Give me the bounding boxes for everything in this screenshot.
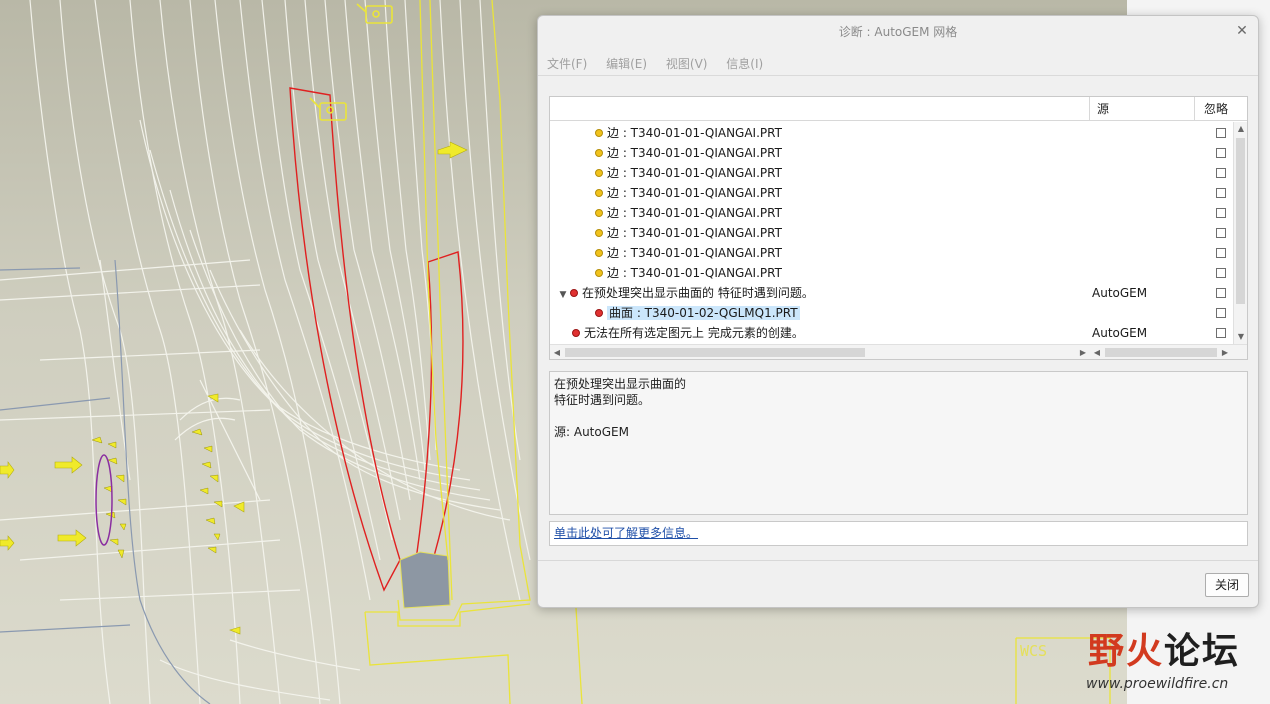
details-line: 特征时遇到问题。 [554, 393, 651, 407]
details-source: 源: AutoGEM [554, 425, 629, 439]
row-text: 在预处理突出显示曲面的 特征时遇到问题。 [582, 286, 814, 300]
menu-info[interactable]: 信息(I) [726, 52, 763, 76]
ignore-checkbox[interactable] [1216, 148, 1226, 158]
warning-dot-icon [595, 128, 603, 137]
watermark-logo: 野火论坛 www.proewildfire.cn [1084, 618, 1264, 702]
details-panel: 在预处理突出显示曲面的 特征时遇到问题。 源: AutoGEM [549, 371, 1248, 515]
row-source [1092, 123, 1192, 143]
tree-row[interactable]: 边 : T340-01-01-QIANGAI.PRT [550, 243, 1233, 263]
warning-dot-icon [595, 208, 603, 217]
scroll-right-icon[interactable]: ▶ [1218, 345, 1232, 360]
ignore-checkbox[interactable] [1216, 228, 1226, 238]
tree-rows: 边 : T340-01-01-QIANGAI.PRT 边 : T340-01-0… [550, 123, 1233, 345]
ignore-checkbox[interactable] [1216, 328, 1226, 338]
row-source [1092, 303, 1192, 323]
menu-file[interactable]: 文件(F) [547, 52, 587, 76]
menu-view[interactable]: 视图(V) [666, 52, 708, 76]
scroll-right-icon[interactable]: ▶ [1076, 345, 1090, 360]
row-source [1092, 263, 1192, 283]
scroll-thumb[interactable] [565, 348, 865, 357]
column-header-name[interactable] [550, 97, 1090, 121]
tree-row[interactable]: ▼ 在预处理突出显示曲面的 特征时遇到问题。 AutoGEM [550, 283, 1233, 303]
scroll-thumb[interactable] [1105, 348, 1217, 357]
ignore-checkbox[interactable] [1216, 268, 1226, 278]
warning-dot-icon [595, 188, 603, 197]
scroll-left-icon[interactable]: ◀ [550, 345, 564, 360]
expand-triangle-icon[interactable]: ▼ [556, 285, 570, 305]
warning-dot-icon [595, 268, 603, 277]
tree-row[interactable]: 边 : T340-01-01-QIANGAI.PRT [550, 163, 1233, 183]
tree-row[interactable]: 边 : T340-01-01-QIANGAI.PRT [550, 183, 1233, 203]
scroll-up-icon[interactable]: ▲ [1234, 122, 1248, 136]
row-text: 无法在所有选定图元上 完成元素的创建。 [584, 326, 804, 340]
ignore-checkbox[interactable] [1216, 128, 1226, 138]
dialog-title: 诊断 : AutoGEM 网格 [838, 25, 958, 39]
tree-row[interactable]: 无法在所有选定图元上 完成元素的创建。 AutoGEM [550, 323, 1233, 343]
menu-edit[interactable]: 编辑(E) [606, 52, 647, 76]
watermark-title-part1: 野火 [1088, 631, 1165, 672]
row-source [1092, 163, 1192, 183]
error-dot-icon [595, 308, 603, 317]
tree-horizontal-scrollbar[interactable]: ◀ ▶ ◀ ▶ [550, 344, 1247, 359]
tree-row[interactable]: 边 : T340-01-01-QIANGAI.PRT [550, 123, 1233, 143]
row-source: AutoGEM [1092, 286, 1148, 300]
watermark-title: 野火论坛 [1088, 622, 1240, 674]
watermark-url: www.proewildfire.cn [1086, 676, 1229, 692]
tree-row[interactable]: 边 : T340-01-01-QIANGAI.PRT [550, 263, 1233, 283]
row-source [1092, 143, 1192, 163]
row-text: 边 : T340-01-01-QIANGAI.PRT [607, 166, 782, 180]
error-dot-icon [572, 328, 580, 337]
ignore-checkbox[interactable] [1216, 288, 1226, 298]
close-button[interactable]: 关闭 [1205, 573, 1249, 597]
row-text: 边 : T340-01-01-QIANGAI.PRT [607, 246, 782, 260]
warning-dot-icon [595, 248, 603, 257]
tree-vertical-scrollbar[interactable]: ▲ ▼ [1233, 122, 1247, 344]
warning-dot-icon [595, 148, 603, 157]
diagnostics-tree: 源 忽略 边 : T340-01-01-QIANGAI.PRT 边 : T340… [549, 96, 1248, 360]
watermark-title-part2: 论坛 [1164, 631, 1241, 672]
row-source [1092, 183, 1192, 203]
row-source: AutoGEM [1092, 326, 1148, 340]
scroll-left-icon[interactable]: ◀ [1090, 345, 1104, 360]
column-header-source[interactable]: 源 [1091, 97, 1195, 121]
ignore-checkbox[interactable] [1216, 308, 1226, 318]
details-line: 在预处理突出显示曲面的 [554, 377, 687, 391]
ignore-checkbox[interactable] [1216, 248, 1226, 258]
ignore-checkbox[interactable] [1216, 188, 1226, 198]
tree-row[interactable]: 边 : T340-01-01-QIANGAI.PRT [550, 223, 1233, 243]
tree-row-selected[interactable]: 曲面 : T340-01-02-QGLMQ1.PRT [550, 303, 1233, 323]
row-text: 曲面 : T340-01-02-QGLMQ1.PRT [607, 306, 800, 320]
close-icon[interactable]: ✕ [1234, 23, 1250, 39]
row-text: 边 : T340-01-01-QIANGAI.PRT [607, 146, 782, 160]
row-source [1092, 223, 1192, 243]
more-info-box: 单击此处可了解更多信息。 [549, 521, 1248, 546]
row-text: 边 : T340-01-01-QIANGAI.PRT [607, 126, 782, 140]
warning-dot-icon [595, 228, 603, 237]
more-info-link[interactable]: 单击此处可了解更多信息。 [554, 526, 698, 540]
row-text: 边 : T340-01-01-QIANGAI.PRT [607, 226, 782, 240]
row-text: 边 : T340-01-01-QIANGAI.PRT [607, 206, 782, 220]
row-source [1092, 203, 1192, 223]
divider [538, 560, 1258, 561]
tree-row[interactable]: 边 : T340-01-01-QIANGAI.PRT [550, 143, 1233, 163]
scroll-thumb[interactable] [1236, 138, 1245, 304]
warning-dot-icon [595, 168, 603, 177]
diagnostics-dialog: 诊断 : AutoGEM 网格 ✕ 文件(F) 编辑(E) 视图(V) 信息(I… [537, 15, 1259, 608]
column-header-ignore[interactable]: 忽略 [1196, 97, 1246, 121]
error-dot-icon [570, 288, 578, 297]
wcs-label: WCS [1020, 642, 1048, 660]
scroll-down-icon[interactable]: ▼ [1234, 330, 1248, 344]
ignore-checkbox[interactable] [1216, 208, 1226, 218]
menu-bar: 文件(F) 编辑(E) 视图(V) 信息(I) [538, 52, 1258, 76]
row-text: 边 : T340-01-01-QIANGAI.PRT [607, 186, 782, 200]
row-source [1092, 243, 1192, 263]
tree-header: 源 忽略 [550, 97, 1247, 121]
tree-row[interactable]: 边 : T340-01-01-QIANGAI.PRT [550, 203, 1233, 223]
ignore-checkbox[interactable] [1216, 168, 1226, 178]
row-text: 边 : T340-01-01-QIANGAI.PRT [607, 266, 782, 280]
